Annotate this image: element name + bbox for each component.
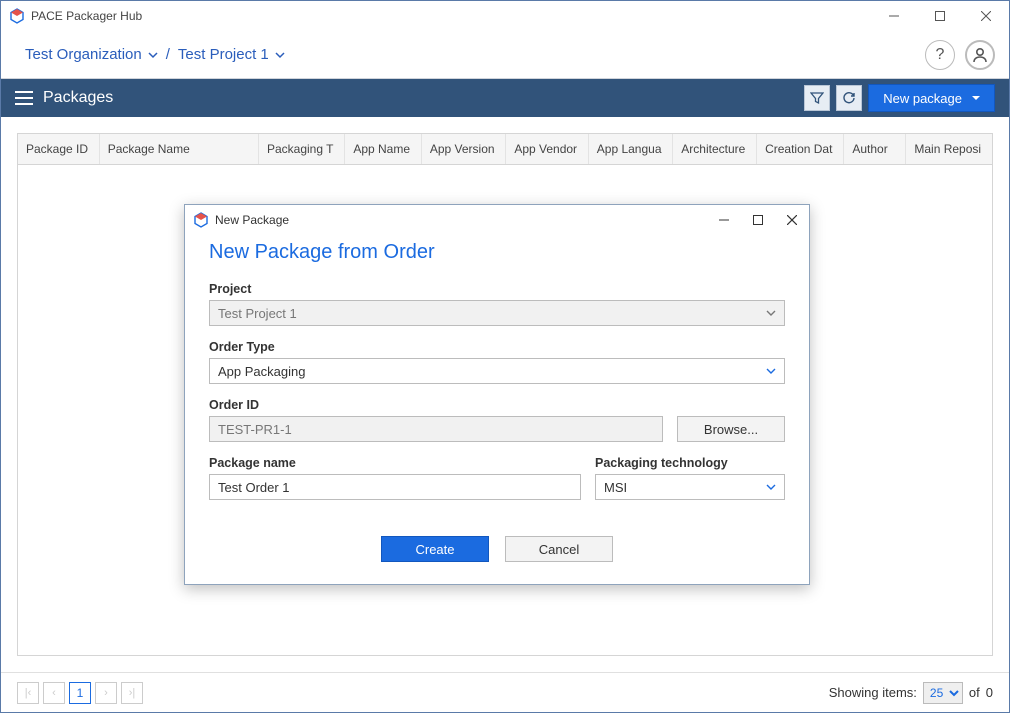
dialog-body: New Package from Order Project Test Proj… — [185, 235, 809, 584]
order-type-label: Order Type — [209, 340, 785, 354]
col-creation-date[interactable]: Creation Dat — [757, 134, 844, 165]
col-main-repository[interactable]: Main Reposi — [906, 134, 992, 165]
page-last-button[interactable]: ›| — [121, 682, 143, 704]
col-app-name[interactable]: App Name — [345, 134, 422, 165]
page-next-button[interactable]: › — [95, 682, 117, 704]
app-titlebar: PACE Packager Hub — [1, 1, 1009, 31]
table-header-row: Package ID Package Name Packaging T App … — [18, 134, 992, 165]
col-app-vendor[interactable]: App Vendor — [506, 134, 588, 165]
browse-button[interactable]: Browse... — [677, 416, 785, 442]
window-maximize-button[interactable] — [917, 1, 963, 31]
package-name-label: Package name — [209, 456, 581, 470]
dialog-heading: New Package from Order — [209, 241, 785, 264]
filter-icon — [810, 91, 824, 105]
pagination-footer: |‹ ‹ 1 › ›| Showing items: 25 of 0 — [1, 672, 1009, 712]
chevron-down-icon — [766, 482, 776, 492]
dialog-window-title: New Package — [215, 213, 289, 227]
order-type-select[interactable]: App Packaging — [209, 358, 785, 384]
window-minimize-button[interactable] — [871, 1, 917, 31]
app-title: PACE Packager Hub — [31, 9, 871, 23]
col-app-version[interactable]: App Version — [421, 134, 506, 165]
order-id-input[interactable] — [209, 416, 663, 442]
new-package-button[interactable]: New package — [868, 84, 995, 112]
help-button[interactable]: ? — [925, 40, 955, 70]
breadcrumb-organization[interactable]: Test Organization — [25, 46, 158, 63]
new-package-dialog: New Package New Package from Order Proje… — [184, 204, 810, 585]
col-package-id[interactable]: Package ID — [18, 134, 99, 165]
breadcrumb-separator: / — [166, 46, 170, 63]
refresh-icon — [842, 91, 856, 105]
window-close-button[interactable] — [963, 1, 1009, 31]
breadcrumb-bar: Test Organization / Test Project 1 ? — [1, 31, 1009, 79]
user-icon — [971, 46, 989, 64]
chevron-down-icon — [766, 366, 776, 376]
breadcrumb: Test Organization / Test Project 1 — [25, 46, 285, 63]
page-size-select[interactable]: 25 — [923, 682, 963, 704]
packages-table: Package ID Package Name Packaging T App … — [18, 134, 992, 165]
dialog-minimize-button[interactable] — [707, 205, 741, 235]
new-package-label: New package — [883, 91, 962, 106]
packaging-technology-select[interactable]: MSI — [595, 474, 785, 500]
cancel-button[interactable]: Cancel — [505, 536, 613, 562]
breadcrumb-project-label: Test Project 1 — [178, 46, 269, 63]
dialog-maximize-button[interactable] — [741, 205, 775, 235]
col-architecture[interactable]: Architecture — [673, 134, 757, 165]
dialog-titlebar: New Package — [185, 205, 809, 235]
page-current[interactable]: 1 — [69, 682, 91, 704]
help-icon: ? — [936, 46, 945, 64]
page-title: Packages — [43, 89, 113, 107]
breadcrumb-organization-label: Test Organization — [25, 46, 142, 63]
of-label: of — [969, 685, 980, 700]
chevron-down-icon — [766, 308, 776, 318]
window-buttons — [871, 1, 1009, 31]
menu-button[interactable] — [15, 91, 33, 105]
packaging-technology-label: Packaging technology — [595, 456, 785, 470]
order-id-label: Order ID — [209, 398, 785, 412]
pager: |‹ ‹ 1 › ›| — [17, 682, 143, 704]
project-select[interactable]: Test Project 1 — [209, 300, 785, 326]
page-prev-button[interactable]: ‹ — [43, 682, 65, 704]
caret-down-icon — [972, 94, 980, 102]
package-name-input[interactable] — [209, 474, 581, 500]
page-first-button[interactable]: |‹ — [17, 682, 39, 704]
col-author[interactable]: Author — [844, 134, 906, 165]
app-logo-icon — [9, 8, 25, 24]
col-package-name[interactable]: Package Name — [99, 134, 258, 165]
total-count: 0 — [986, 685, 993, 700]
create-button[interactable]: Create — [381, 536, 489, 562]
refresh-button[interactable] — [836, 85, 862, 111]
chevron-down-icon — [148, 50, 158, 60]
user-avatar-button[interactable] — [965, 40, 995, 70]
dialog-close-button[interactable] — [775, 205, 809, 235]
dialog-logo-icon — [193, 212, 209, 228]
project-label: Project — [209, 282, 785, 296]
order-type-value: App Packaging — [218, 364, 305, 379]
chevron-down-icon — [275, 50, 285, 60]
col-app-language[interactable]: App Langua — [588, 134, 673, 165]
breadcrumb-project[interactable]: Test Project 1 — [178, 46, 285, 63]
page-header: Packages New package — [1, 79, 1009, 117]
col-packaging-technology[interactable]: Packaging T — [258, 134, 344, 165]
showing-items-label: Showing items: — [829, 685, 917, 700]
packaging-technology-value: MSI — [604, 480, 627, 495]
filter-button[interactable] — [804, 85, 830, 111]
project-value: Test Project 1 — [218, 306, 297, 321]
